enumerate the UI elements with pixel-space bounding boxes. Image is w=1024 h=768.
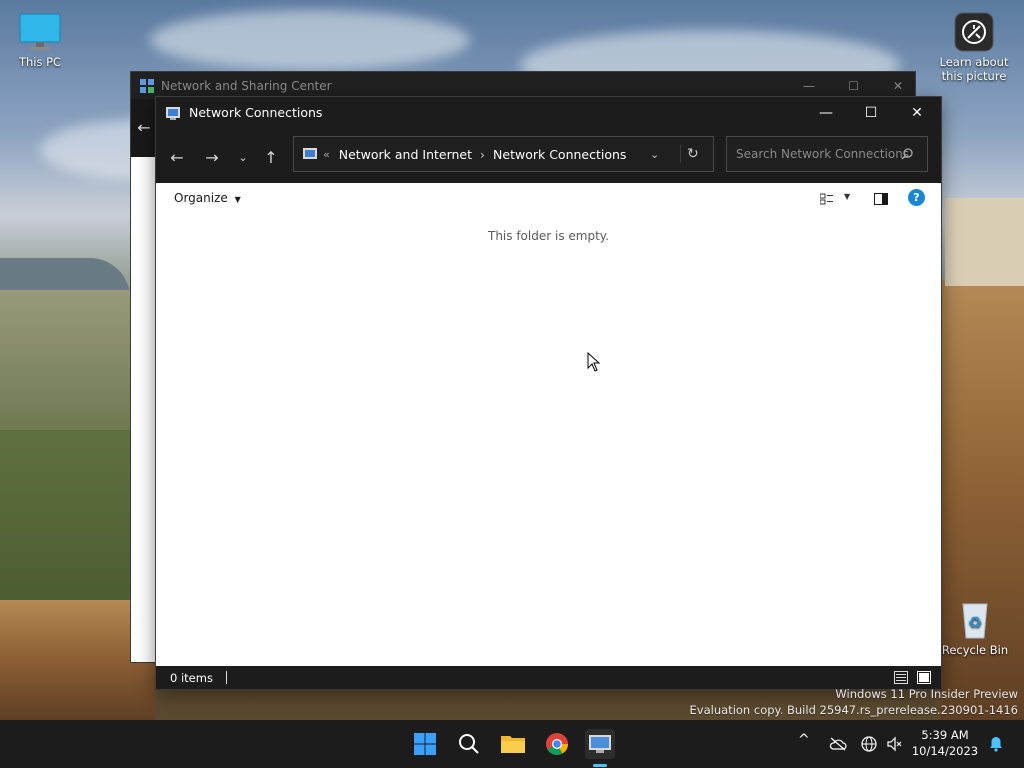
control-panel-icon [589, 735, 611, 753]
navigation-bar: ← → ⌄ ↑ « Network and Internet › Network… [156, 128, 941, 183]
clock[interactable]: 5:39 AM 10/14/2023 [910, 727, 980, 759]
view-options-dropdown-icon[interactable]: ▼ [844, 192, 850, 201]
clock-date: 10/14/2023 [911, 744, 979, 758]
preview-pane-icon[interactable] [874, 193, 888, 205]
control-panel-icon [303, 148, 317, 159]
start-button[interactable] [410, 729, 440, 759]
organize-dropdown-icon: ▼ [234, 195, 241, 204]
learn-label-line1: Learn about [939, 55, 1009, 69]
network-connections-app-icon [166, 106, 180, 120]
back-window-titlebar[interactable]: Network and Sharing Center — ☐ ✕ [131, 72, 915, 99]
search-icon[interactable] [901, 148, 913, 160]
back-window-body [131, 99, 157, 662]
refresh-icon[interactable]: ↻ [687, 146, 699, 162]
close-button[interactable]: ✕ [894, 97, 940, 128]
organize-label: Organize [174, 191, 228, 205]
forward-arrow-icon[interactable]: → [199, 144, 225, 170]
taskbar-search-button[interactable] [454, 729, 484, 759]
address-divider [680, 145, 681, 163]
search-box[interactable]: Search Network Connections [726, 136, 928, 172]
address-bar[interactable]: « Network and Internet › Network Connect… [293, 136, 714, 172]
help-icon[interactable]: ? [908, 189, 925, 206]
back-maximize-button[interactable]: ☐ [848, 79, 859, 93]
back-minimize-button[interactable]: — [803, 79, 815, 93]
titlebar[interactable]: Network Connections — ☐ ✕ [156, 97, 941, 128]
learn-about-picture-icon[interactable]: Learn about this picture [934, 12, 1014, 83]
window-title: Network Connections [189, 105, 323, 120]
back-close-button[interactable]: ✕ [893, 79, 903, 93]
watermark-line1: Windows 11 Pro Insider Preview [835, 687, 1018, 701]
learn-label-line2: this picture [941, 69, 1007, 83]
this-pc-label: This PC [18, 55, 62, 69]
item-count: 0 items [170, 670, 213, 685]
search-icon [459, 734, 479, 754]
camera-info-icon [954, 12, 994, 52]
command-bar: Organize ▼ ▼ ? [156, 183, 941, 215]
empty-folder-message: This folder is empty. [488, 229, 609, 243]
breadcrumb-separator-icon[interactable]: › [480, 147, 485, 162]
network-connections-window[interactable]: Network Connections — ☐ ✕ ← → ⌄ ↑ « Netw… [155, 96, 942, 690]
mouse-cursor-icon [587, 352, 601, 372]
network-globe-icon[interactable] [861, 736, 877, 752]
active-app-indicator [593, 764, 607, 767]
onedrive-icon[interactable] [829, 737, 847, 751]
network-app-icon [140, 78, 154, 93]
file-explorer-button[interactable] [498, 729, 528, 759]
windows-logo-icon [414, 733, 436, 755]
clock-time: 5:39 AM [921, 728, 969, 742]
svg-text:♻: ♻ [968, 613, 982, 632]
breadcrumb-overflow[interactable]: « [323, 148, 330, 161]
back-button[interactable]: ← [131, 99, 157, 157]
watermark: Windows 11 Pro Insider Preview Evaluatio… [690, 686, 1018, 718]
details-view-icon[interactable] [894, 671, 908, 684]
recycle-bin-label: Recycle Bin [941, 643, 1009, 657]
recent-locations-chevron-icon[interactable]: ⌄ [230, 144, 256, 170]
watermark-line2: Evaluation copy. Build 25947.rs_prerelea… [689, 703, 1018, 717]
large-icons-view-icon[interactable] [917, 671, 931, 684]
address-dropdown-chevron-icon[interactable]: ⌄ [650, 148, 659, 161]
up-arrow-icon[interactable]: ↑ [258, 144, 284, 170]
organize-menu[interactable]: Organize ▼ [174, 191, 241, 205]
this-pc-desktop-icon[interactable]: This PC [0, 12, 80, 69]
back-arrow-icon[interactable]: ← [164, 144, 190, 170]
breadcrumb-network-and-internet[interactable]: Network and Internet [339, 147, 472, 162]
file-list-area[interactable]: This folder is empty. [156, 214, 941, 666]
search-input[interactable]: Search Network Connections [736, 147, 909, 161]
recycle-bin-icon: ♻ [962, 603, 988, 639]
chrome-button[interactable] [542, 729, 572, 759]
breadcrumb-network-connections[interactable]: Network Connections [493, 147, 626, 162]
monitor-icon [19, 13, 61, 50]
view-options-icon[interactable] [820, 193, 834, 205]
network-connections-taskbar-button[interactable] [585, 729, 615, 759]
volume-muted-icon[interactable] [886, 736, 902, 752]
back-window-title: Network and Sharing Center [161, 78, 332, 93]
chrome-icon [546, 733, 568, 755]
recycle-bin-desktop-icon[interactable]: ♻ Recycle Bin [935, 598, 1015, 657]
show-hidden-icons-chevron-icon[interactable]: ^ [798, 732, 810, 748]
minimize-button[interactable]: — [803, 97, 849, 128]
notification-bell-icon[interactable] [988, 736, 1004, 752]
taskbar: ^ 5:39 AM 10/14/2023 [0, 720, 1024, 768]
maximize-button[interactable]: ☐ [848, 97, 894, 128]
status-divider [225, 671, 227, 684]
folder-icon [501, 736, 525, 753]
